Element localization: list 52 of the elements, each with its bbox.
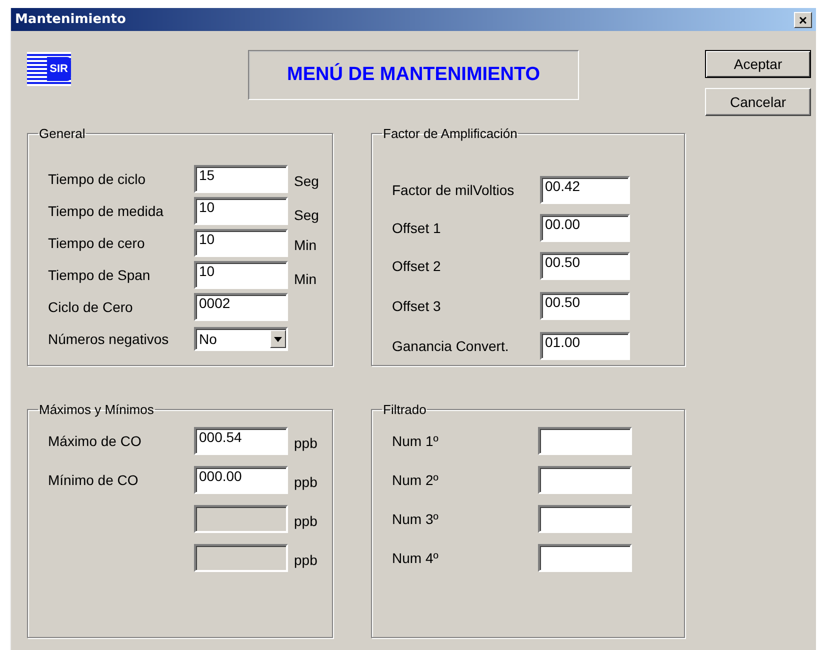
- input-field[interactable]: 01.00: [540, 332, 630, 360]
- field-label: Tiempo de ciclo: [48, 171, 147, 187]
- field-label: Offset 1: [392, 220, 442, 236]
- input-field[interactable]: 10: [194, 229, 288, 257]
- input-field[interactable]: 00.50: [540, 252, 630, 280]
- unit-label: Min: [294, 270, 317, 287]
- field-label: Num 2º: [392, 472, 440, 488]
- input-field[interactable]: [538, 504, 632, 532]
- unit-label: Min: [294, 236, 317, 253]
- group-title: Factor de Amplificación: [382, 126, 518, 141]
- input-field[interactable]: 15: [194, 165, 288, 193]
- input-field[interactable]: 000.00: [194, 466, 288, 494]
- input-field[interactable]: 00.00: [540, 214, 630, 242]
- input-field[interactable]: [538, 426, 632, 454]
- field-label: Mínimo de CO: [48, 472, 140, 488]
- dialog-button[interactable]: Cancelar: [705, 88, 811, 116]
- field-label: Números negativos: [48, 331, 170, 347]
- field-label: Offset 2: [392, 258, 442, 274]
- field-label: Offset 3: [392, 298, 442, 314]
- input-field[interactable]: 10: [194, 197, 288, 225]
- unit-label: Seg: [294, 172, 319, 189]
- group-title: Máximos y Mínimos: [38, 402, 155, 417]
- field-label: Num 3º: [392, 510, 440, 526]
- unit-label: ppb: [294, 550, 318, 568]
- input-field[interactable]: 00.50: [540, 292, 630, 320]
- input-field[interactable]: 10: [194, 261, 288, 289]
- field-label: Tiempo de cero: [48, 235, 146, 251]
- field-label: Ciclo de Cero: [48, 299, 134, 315]
- window-title: Mantenimiento: [15, 12, 126, 27]
- input-field[interactable]: 00.42: [540, 176, 630, 204]
- dialog-button[interactable]: Aceptar: [705, 50, 811, 78]
- group-title: General: [38, 126, 86, 141]
- input-field[interactable]: [538, 466, 632, 494]
- unit-label: ppb: [294, 472, 318, 490]
- field-label: Máximo de CO: [48, 432, 142, 448]
- field-label: Ganancia Convert.: [392, 338, 510, 354]
- unit-label: ppb: [294, 512, 318, 528]
- input-field[interactable]: [538, 544, 632, 572]
- close-button[interactable]: ×: [794, 12, 812, 28]
- dropdown[interactable]: No: [194, 327, 288, 351]
- menu-heading: MENÚ DE MANTENIMIENTO: [248, 50, 579, 100]
- unit-label: Seg: [294, 206, 319, 223]
- field-label: Tiempo de Span: [48, 267, 152, 283]
- field-label: Factor de milVoltios: [392, 182, 516, 198]
- unit-label: ppb: [294, 434, 318, 450]
- logo: SIR: [27, 52, 71, 86]
- input-field[interactable]: 000.54: [194, 426, 288, 454]
- input-field[interactable]: 0002: [194, 293, 288, 321]
- field-label: Num 4º: [392, 550, 440, 566]
- field-label: Num 1º: [392, 432, 440, 448]
- group-title: Filtrado: [382, 402, 428, 417]
- field-label: Tiempo de medida: [48, 203, 164, 219]
